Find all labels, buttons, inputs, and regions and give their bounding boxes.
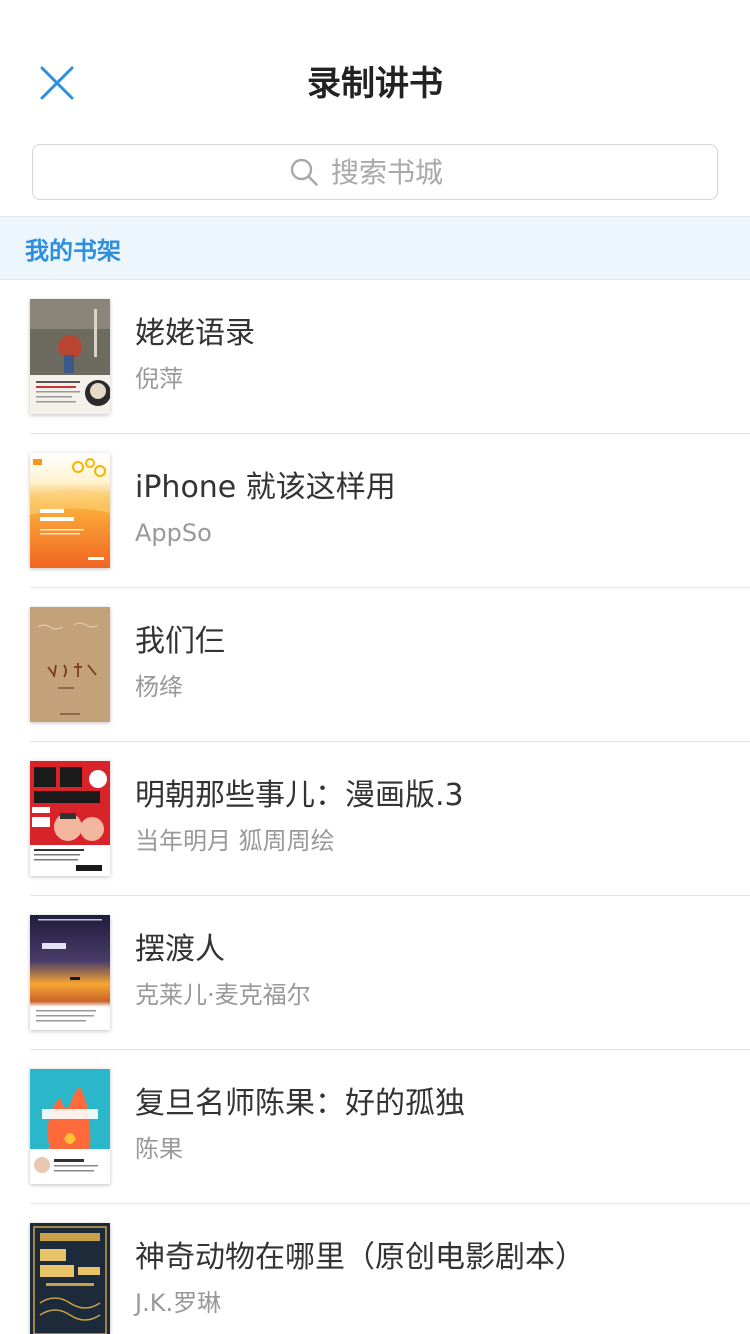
book-author: AppSo xyxy=(135,519,212,547)
book-item[interactable]: 姥姥语录 倪萍 xyxy=(30,280,750,434)
book-item[interactable]: 明朝那些事儿：漫画版.3 当年明月 狐周周绘 xyxy=(30,742,750,896)
book-author: 克莱儿·麦克福尔 xyxy=(135,981,311,1009)
book-title: 摆渡人 xyxy=(135,932,225,967)
book-item[interactable]: 神奇动物在哪里（原创电影剧本） J.K.罗琳 xyxy=(30,1204,750,1334)
page-title: 录制讲书 xyxy=(307,64,443,104)
book-list: 姥姥语录 倪萍 iPhone 就该这样用 AppSo 我们仨 杨绛 明朝那些事儿… xyxy=(0,280,750,1334)
book-cover xyxy=(30,1069,110,1184)
book-title: 我们仨 xyxy=(135,624,225,659)
book-cover xyxy=(30,299,110,414)
book-item[interactable]: 摆渡人 克莱儿·麦克福尔 xyxy=(30,896,750,1050)
book-title: 明朝那些事儿：漫画版.3 xyxy=(135,778,464,813)
book-author: 陈果 xyxy=(135,1135,183,1163)
my-bookshelf-header: 我的书架 xyxy=(0,216,750,280)
book-author: 倪萍 xyxy=(135,365,183,393)
book-author: J.K.罗琳 xyxy=(135,1289,222,1317)
book-author: 当年明月 狐周周绘 xyxy=(135,827,335,855)
book-cover xyxy=(30,915,110,1030)
book-title: 复旦名师陈果：好的孤独 xyxy=(135,1086,465,1121)
book-item[interactable]: 我们仨 杨绛 xyxy=(30,588,750,742)
book-title: iPhone 就该这样用 xyxy=(135,470,396,505)
book-author: 杨绛 xyxy=(135,673,183,701)
search-bar[interactable] xyxy=(32,144,718,200)
search-input[interactable] xyxy=(331,155,461,189)
book-cover xyxy=(30,761,110,876)
book-title: 姥姥语录 xyxy=(135,316,255,351)
section-title: 我的书架 xyxy=(25,236,121,265)
book-title: 神奇动物在哪里（原创电影剧本） xyxy=(135,1240,585,1275)
book-item[interactable]: 复旦名师陈果：好的孤独 陈果 xyxy=(30,1050,750,1204)
navigation-bar: 录制讲书 xyxy=(0,0,750,140)
book-item[interactable]: iPhone 就该这样用 AppSo xyxy=(30,434,750,588)
book-cover xyxy=(30,1223,110,1334)
search-icon xyxy=(290,158,318,186)
book-cover xyxy=(30,607,110,722)
book-cover xyxy=(30,453,110,568)
